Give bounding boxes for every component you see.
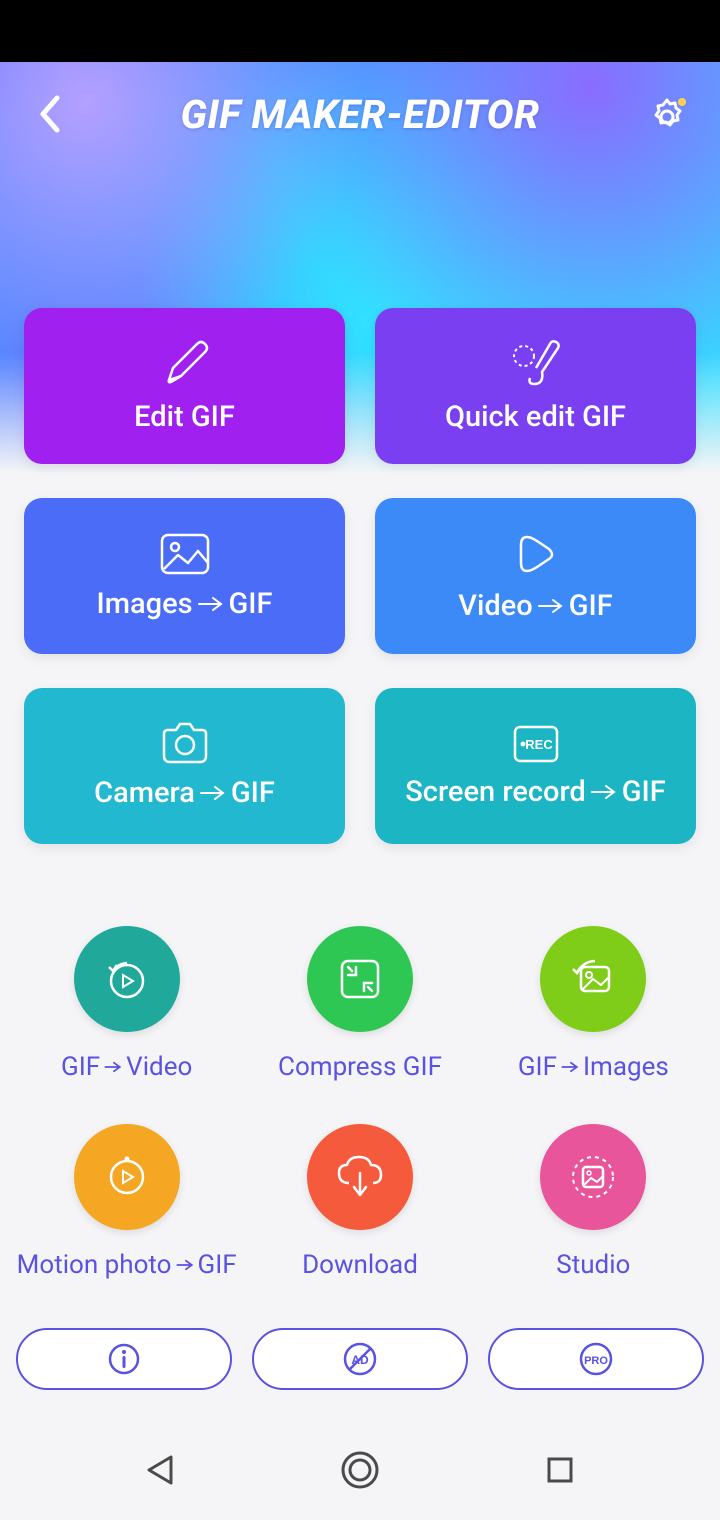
round-button[interactable] <box>540 926 646 1032</box>
brush-quick-icon <box>508 338 564 390</box>
card-label: Edit GIF <box>134 400 235 434</box>
compress-icon <box>336 955 384 1003</box>
square-recent-icon <box>546 1456 574 1484</box>
to-images-icon <box>567 953 619 1005</box>
arrow-right-icon <box>103 1061 123 1073</box>
circle-home-icon <box>339 1449 381 1491</box>
item-gif-to-images[interactable]: GIF Images <box>477 926 710 1082</box>
round-button[interactable] <box>307 926 413 1032</box>
no-ads-icon: AD <box>341 1340 379 1378</box>
arrow-right-icon <box>537 598 565 614</box>
card-label-a: Screen record <box>405 775 586 809</box>
nav-recent[interactable] <box>520 1430 600 1510</box>
item-gif-to-video[interactable]: GIF Video <box>10 926 243 1082</box>
arrow-right-icon <box>175 1259 195 1271</box>
top-bar: GIF MAKER-EDITOR <box>0 84 720 144</box>
image-icon <box>158 531 212 577</box>
card-label-a: Images <box>97 587 193 621</box>
camera-icon <box>158 722 212 766</box>
card-label: Quick edit GIF <box>445 400 626 434</box>
card-label-a: Video <box>458 589 532 623</box>
svg-text:PRO: PRO <box>584 1355 608 1367</box>
card-screen-record-to-gif[interactable]: REC Screen record GIF <box>375 688 696 844</box>
round-label-b: Images <box>583 1052 669 1082</box>
item-motion-photo-to-gif[interactable]: Motion photo GIF <box>10 1124 243 1280</box>
bottom-pill-row: AD PRO <box>0 1328 720 1390</box>
round-button[interactable] <box>74 1124 180 1230</box>
pencil-icon <box>159 338 211 390</box>
round-label: Download <box>302 1250 418 1280</box>
round-label: Compress GIF <box>278 1052 442 1082</box>
chevron-left-icon <box>37 94 63 134</box>
card-label-b: GIF <box>231 776 275 810</box>
arrow-right-icon <box>590 784 618 800</box>
svg-text:REC: REC <box>525 737 553 752</box>
arrow-right-icon <box>560 1061 580 1073</box>
download-icon <box>335 1153 385 1201</box>
round-button[interactable] <box>307 1124 413 1230</box>
motion-icon <box>101 1151 153 1203</box>
triangle-left-icon <box>145 1453 175 1487</box>
system-navbar <box>0 1420 720 1520</box>
status-bar <box>0 0 720 62</box>
item-compress-gif[interactable]: Compress GIF <box>243 926 476 1082</box>
round-button[interactable] <box>74 926 180 1032</box>
gear-icon <box>646 96 688 138</box>
item-studio[interactable]: Studio <box>477 1124 710 1280</box>
round-label-a: GIF <box>518 1052 557 1082</box>
card-label-b: GIF <box>569 589 613 623</box>
rec-icon: REC <box>511 723 561 765</box>
round-label-a: GIF <box>61 1052 100 1082</box>
arrow-right-icon <box>199 785 227 801</box>
round-label-b: Video <box>126 1052 192 1082</box>
pro-button[interactable]: PRO <box>488 1328 704 1390</box>
remove-ads-button[interactable]: AD <box>252 1328 468 1390</box>
app-title: GIF MAKER-EDITOR <box>180 91 539 138</box>
pro-icon: PRO <box>574 1340 618 1378</box>
card-video-to-gif[interactable]: Video GIF <box>375 498 696 654</box>
nav-home[interactable] <box>320 1430 400 1510</box>
play-icon <box>511 529 561 579</box>
studio-icon <box>567 1151 619 1203</box>
info-icon <box>106 1341 142 1377</box>
round-label: Studio <box>556 1250 630 1280</box>
round-label-b: GIF <box>198 1250 237 1280</box>
card-images-to-gif[interactable]: Images GIF <box>24 498 345 654</box>
settings-button[interactable] <box>644 94 690 140</box>
card-label-a: Camera <box>94 776 195 810</box>
card-label-b: GIF <box>229 587 273 621</box>
nav-back[interactable] <box>120 1430 200 1510</box>
feature-card-grid: Edit GIF Quick edit GIF Images GIF Video… <box>0 308 720 844</box>
info-button[interactable] <box>16 1328 232 1390</box>
arrow-right-icon <box>197 596 225 612</box>
back-button[interactable] <box>30 94 70 134</box>
replay-icon <box>101 953 153 1005</box>
round-label-a: Motion photo <box>17 1250 172 1280</box>
card-label-b: GIF <box>622 775 666 809</box>
round-button[interactable] <box>540 1124 646 1230</box>
item-download[interactable]: Download <box>243 1124 476 1280</box>
card-camera-to-gif[interactable]: Camera GIF <box>24 688 345 844</box>
card-quick-edit-gif[interactable]: Quick edit GIF <box>375 308 696 464</box>
round-button-grid: GIF Video Compress GIF GIF <box>0 926 720 1280</box>
card-edit-gif[interactable]: Edit GIF <box>24 308 345 464</box>
